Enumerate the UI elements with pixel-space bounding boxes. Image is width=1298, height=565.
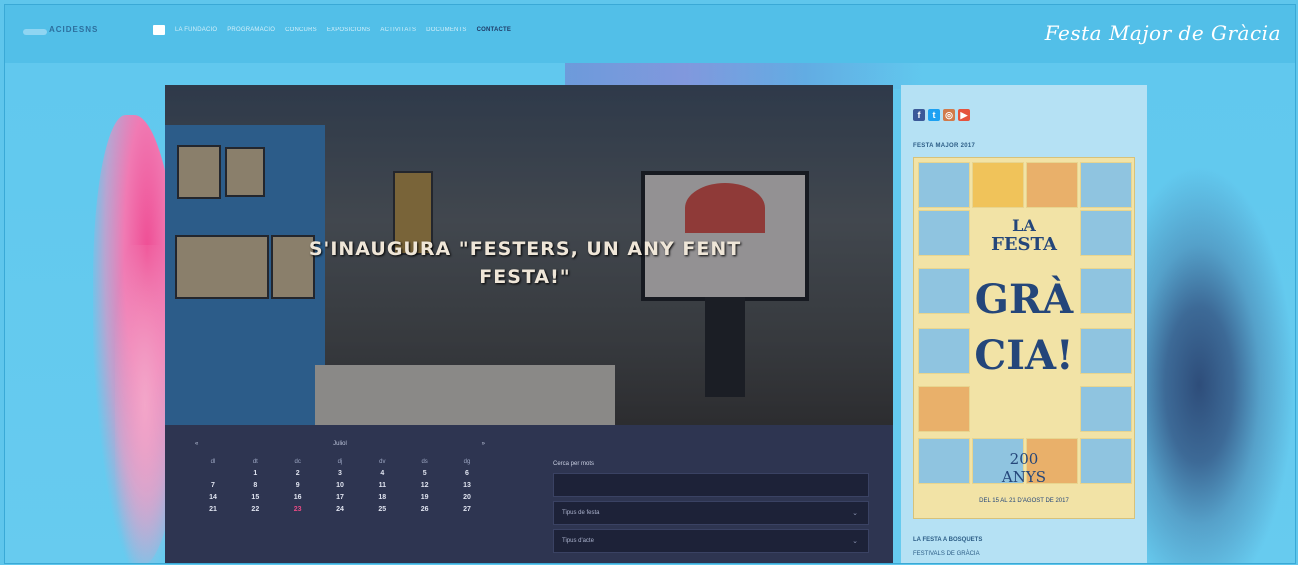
- calendar-day[interactable]: 3: [322, 470, 358, 477]
- festa-type-select[interactable]: Tipus de festa ⌄: [553, 501, 869, 525]
- nav-item-programacio[interactable]: PROGRAMACIÓ: [227, 27, 275, 33]
- facebook-icon[interactable]: f: [913, 109, 925, 121]
- nav-item-fundacio[interactable]: LA FUNDACIÓ: [175, 27, 217, 33]
- calendar-day[interactable]: 12: [407, 482, 443, 489]
- calendar-day[interactable]: 19: [407, 494, 443, 501]
- calendar-day[interactable]: 16: [280, 494, 316, 501]
- search-input[interactable]: [553, 473, 869, 497]
- calendar-next-button[interactable]: »: [482, 441, 485, 447]
- calendar-header: « Juliol »: [195, 441, 485, 447]
- calendar-day[interactable]: 2: [280, 470, 316, 477]
- nav-item-documents[interactable]: DOCUMENTS: [426, 27, 466, 33]
- calendar-day[interactable]: 24: [322, 506, 358, 513]
- calendar-prev-button[interactable]: «: [195, 441, 198, 447]
- sidebar: f t ◎ ▶ FESTA MAJOR 2017 LA FESTA GRÀ CI…: [901, 85, 1147, 563]
- calendar-day[interactable]: 8: [237, 482, 273, 489]
- calendar-week: 1 2 3 4 5 6: [195, 470, 485, 477]
- sidebar-link[interactable]: FESTIVALS DE GRÀCIA: [913, 551, 980, 557]
- poster-word: FESTA: [991, 234, 1057, 255]
- social-links: f t ◎ ▶: [913, 109, 970, 121]
- calendar-month: Juliol: [333, 441, 347, 447]
- festa-major-title[interactable]: Festa Major de Gràcia: [1045, 21, 1281, 45]
- main-nav: LA FUNDACIÓ PROGRAMACIÓ CONCURS EXPOSICI…: [153, 25, 511, 35]
- calendar-day[interactable]: 5: [407, 470, 443, 477]
- nav-item-activitats[interactable]: ACTIVITATS: [380, 27, 416, 33]
- youtube-icon[interactable]: ▶: [958, 109, 970, 121]
- sidebar-link[interactable]: LA FESTA A BOSQUETS: [913, 537, 982, 543]
- bottom-panel: « Juliol » dl dt dc dj dv ds dg 1 2 3 4 …: [165, 425, 893, 563]
- calendar-day[interactable]: 27: [449, 506, 485, 513]
- nav-item-contacte[interactable]: CONTACTE: [477, 27, 512, 33]
- calendar-day[interactable]: 17: [322, 494, 358, 501]
- weekday-label: ds: [421, 459, 428, 465]
- poster-footer: DEL 15 AL 21 D'AGOST DE 2017: [979, 498, 1069, 504]
- search-form: Cerca per mots Tipus de festa ⌄ Tipus d'…: [553, 461, 869, 557]
- poster-tile: [918, 386, 970, 432]
- home-icon[interactable]: [153, 25, 165, 35]
- top-navigation-bar: ACIDESNS LA FUNDACIÓ PROGRAMACIÓ CONCURS…: [5, 5, 1295, 63]
- calendar-day[interactable]: 4: [364, 470, 400, 477]
- calendar-day[interactable]: 1: [237, 470, 273, 477]
- chevron-down-icon: ⌄: [852, 510, 858, 517]
- calendar-day[interactable]: 14: [195, 494, 231, 501]
- calendar-day[interactable]: 15: [237, 494, 273, 501]
- hero-title[interactable]: S'INAUGURA "FESTERS, UN ANY FENT FESTA!": [305, 235, 745, 291]
- calendar-day[interactable]: 26: [407, 506, 443, 513]
- nav-item-exposicions[interactable]: EXPOSICIONS: [327, 27, 371, 33]
- search-label: Cerca per mots: [553, 461, 595, 467]
- weekday-label: dv: [379, 459, 386, 465]
- calendar-day-today[interactable]: 23: [280, 506, 316, 513]
- poster-years: 200 ANYS: [1001, 450, 1047, 486]
- instagram-icon[interactable]: ◎: [943, 109, 955, 121]
- twitter-icon[interactable]: t: [928, 109, 940, 121]
- poster-tile: [918, 162, 970, 208]
- poster-tile: [1026, 162, 1078, 208]
- calendar-week: 21 22 23 24 25 26 27: [195, 506, 485, 513]
- events-calendar: « Juliol » dl dt dc dj dv ds dg 1 2 3 4 …: [195, 441, 485, 518]
- poster-word: GRÀ: [974, 276, 1074, 323]
- poster-tile: [1080, 162, 1132, 208]
- calendar-day[interactable]: 13: [449, 482, 485, 489]
- sidebar-section-label: FESTA MAJOR 2017: [913, 143, 976, 149]
- weekday-label: dj: [337, 459, 343, 465]
- weekday-label: dl: [210, 459, 216, 465]
- calendar-day[interactable]: 10: [322, 482, 358, 489]
- calendar-day[interactable]: 6: [449, 470, 485, 477]
- site-logo[interactable]: ACIDESNS: [23, 25, 123, 39]
- nav-item-concurs[interactable]: CONCURS: [285, 27, 317, 33]
- festa-poster[interactable]: LA FESTA GRÀ CIA! 200 ANYS DEL 15 AL 21 …: [913, 157, 1135, 519]
- poster-tile: [1080, 438, 1132, 484]
- poster-word: LA: [1012, 216, 1036, 235]
- calendar-day[interactable]: 25: [364, 506, 400, 513]
- calendar-day[interactable]: [195, 470, 231, 477]
- blue-watercolor-splash: [1135, 165, 1295, 563]
- page-frame: ACIDESNS LA FUNDACIÓ PROGRAMACIÓ CONCURS…: [4, 4, 1296, 564]
- acte-type-select-value: Tipus d'acte: [562, 538, 594, 544]
- calendar-weekdays: dl dt dc dj dv ds dg: [195, 459, 485, 465]
- weekday-label: dc: [294, 459, 301, 465]
- logo-text: ACIDESNS: [49, 25, 99, 34]
- chevron-down-icon: ⌄: [852, 538, 858, 545]
- weekday-label: dg: [463, 459, 471, 465]
- calendar-day[interactable]: 21: [195, 506, 231, 513]
- festa-type-select-value: Tipus de festa: [562, 510, 600, 516]
- poster-tile: [1080, 386, 1132, 432]
- poster-word: CIA!: [974, 332, 1074, 379]
- calendar-week: 7 8 9 10 11 12 13: [195, 482, 485, 489]
- calendar-day[interactable]: 20: [449, 494, 485, 501]
- poster-tile: [918, 438, 970, 484]
- acte-type-select[interactable]: Tipus d'acte ⌄: [553, 529, 869, 553]
- calendar-week: 14 15 16 17 18 19 20: [195, 494, 485, 501]
- calendar-day[interactable]: 18: [364, 494, 400, 501]
- logo-swoosh-icon: [23, 29, 47, 35]
- hero-banner[interactable]: S'INAUGURA "FESTERS, UN ANY FENT FESTA!": [165, 85, 893, 425]
- poster-tile: [972, 162, 1024, 208]
- calendar-day[interactable]: 9: [280, 482, 316, 489]
- weekday-label: dt: [252, 459, 258, 465]
- calendar-day[interactable]: 11: [364, 482, 400, 489]
- calendar-day[interactable]: 7: [195, 482, 231, 489]
- calendar-day[interactable]: 22: [237, 506, 273, 513]
